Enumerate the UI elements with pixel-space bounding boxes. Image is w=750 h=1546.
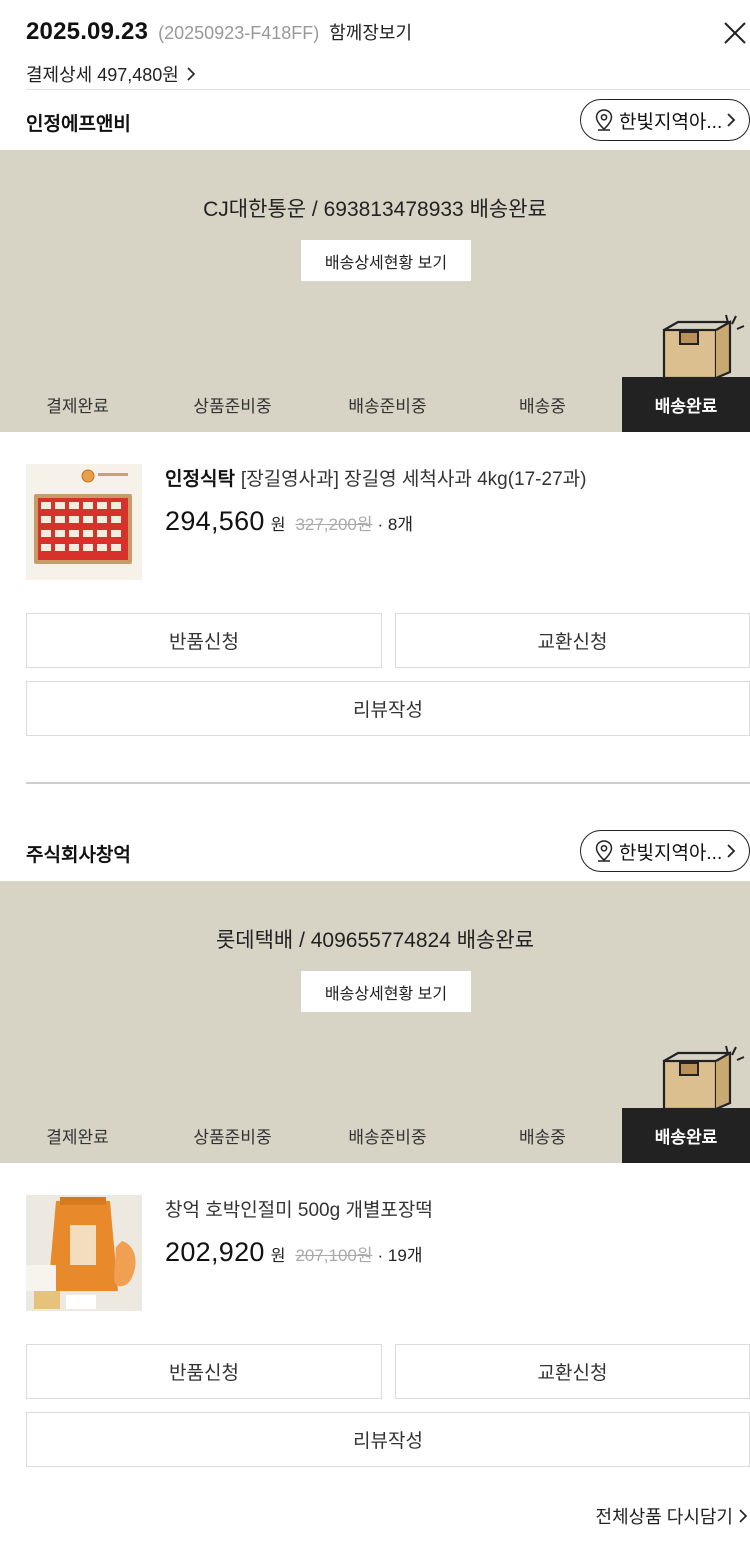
header-divider [26,89,750,90]
exchange-request-button[interactable]: 교환신청 [395,613,750,668]
write-review-button[interactable]: 리뷰작성 [26,681,750,736]
order-date: 2025.09.23 [26,18,149,45]
location-pin-icon [595,840,613,862]
section-divider [26,782,750,784]
delivery-status-panel: 롯데택배 / 409655774824 배송완료 배송상세현황 보기 결제완료 … [0,881,750,1163]
seller-name: 인정에프앤비 [26,114,131,135]
step-delivered: 배송완료 [622,377,750,432]
return-request-button[interactable]: 반품신청 [26,1344,382,1399]
price-row: 294,560 원 327,200원 · 8개 [165,506,413,537]
product-title[interactable]: 창억 호박인절미 500g 개별포장떡 [165,1195,433,1222]
product-image[interactable] [26,464,142,580]
exchange-request-button[interactable]: 교환신청 [395,1344,750,1399]
chevron-right-icon [187,67,196,81]
price-row: 202,920 원 207,100원 · 19개 [165,1237,422,1268]
reorder-all-link[interactable]: 전체상품 다시담기 [596,1503,748,1529]
product-brand: 인정식탁 [165,469,235,490]
step-payment-complete: 결제완료 [46,397,109,416]
chevron-right-icon [727,113,736,127]
region-button[interactable]: 한빛지역아... [580,830,750,872]
tracking-info: CJ대한통운 / 693813478933 배송완료 [203,198,547,221]
product-quantity: · 8개 [377,515,414,534]
step-delivered: 배송완료 [622,1108,750,1163]
delivery-detail-button[interactable]: 배송상세현황 보기 [301,240,471,281]
original-price: 207,100원 [295,1246,373,1265]
product-image[interactable] [26,1195,142,1311]
step-preparing-product: 상품준비중 [193,397,272,416]
product-name: [장길영사과] 장길영 세척사과 4kg(17-27과) [240,469,587,490]
reorder-all-label: 전체상품 다시담기 [595,1507,733,1527]
write-review-button[interactable]: 리뷰작성 [26,1412,750,1467]
step-payment-complete: 결제완료 [46,1128,109,1147]
delivery-box-icon [662,314,745,380]
delivery-steps: 결제완료 상품준비중 배송준비중 배송중 배송완료 [0,377,750,432]
region-button[interactable]: 한빛지역아... [580,99,750,141]
order-header: 2025.09.23 (20250923-F418FF) 함께장보기 결제상세 … [0,0,750,90]
original-price: 327,200원 [295,515,373,534]
location-pin-icon [595,109,613,131]
currency-label: 원 [270,517,286,534]
product-quantity: · 19개 [377,1246,423,1265]
order-number: (20250923-F418FF) [158,23,320,43]
delivery-status-panel: CJ대한통운 / 693813478933 배송완료 배송상세현황 보기 결제완… [0,150,750,432]
product-name: 창억 호박인절미 500g 개별포장떡 [165,1200,433,1221]
close-button[interactable] [720,18,750,48]
delivery-detail-button[interactable]: 배송상세현황 보기 [301,971,471,1012]
return-request-button[interactable]: 반품신청 [26,613,382,668]
close-icon [724,22,746,44]
together-shopping-link[interactable]: 함께장보기 [329,19,412,45]
product-item[interactable]: 창억 호박인절미 500g 개별포장떡 202,920 원 207,100원 ·… [0,1195,750,1315]
seller-name: 주식회사창억 [26,845,131,866]
product-item[interactable]: 인정식탁 [장길영사과] 장길영 세척사과 4kg(17-27과) 294,560… [0,464,750,584]
payment-detail-label: 결제상세 497,480원 [26,65,179,85]
delivery-steps: 결제완료 상품준비중 배송준비중 배송중 배송완료 [0,1108,750,1163]
currency-label: 원 [270,1248,286,1265]
region-label: 한빛지역아... [619,842,723,864]
step-in-transit: 배송중 [519,1128,566,1147]
step-in-transit: 배송중 [519,397,566,416]
product-title[interactable]: 인정식탁 [장길영사과] 장길영 세척사과 4kg(17-27과) [165,464,586,491]
chevron-right-icon [739,1509,748,1523]
order-line: 2025.09.23 (20250923-F418FF) 함께장보기 [26,18,412,46]
step-preparing-shipment: 배송준비중 [348,397,427,416]
product-price: 202,920 [165,1237,265,1267]
step-preparing-shipment: 배송준비중 [348,1128,427,1147]
chevron-right-icon [727,844,736,858]
product-price: 294,560 [165,506,265,536]
tracking-info: 롯데택배 / 409655774824 배송완료 [215,929,535,952]
step-preparing-product: 상품준비중 [193,1128,272,1147]
region-label: 한빛지역아... [619,111,723,133]
delivery-box-icon [662,1045,745,1111]
payment-detail-link[interactable]: 결제상세 497,480원 [26,61,197,87]
